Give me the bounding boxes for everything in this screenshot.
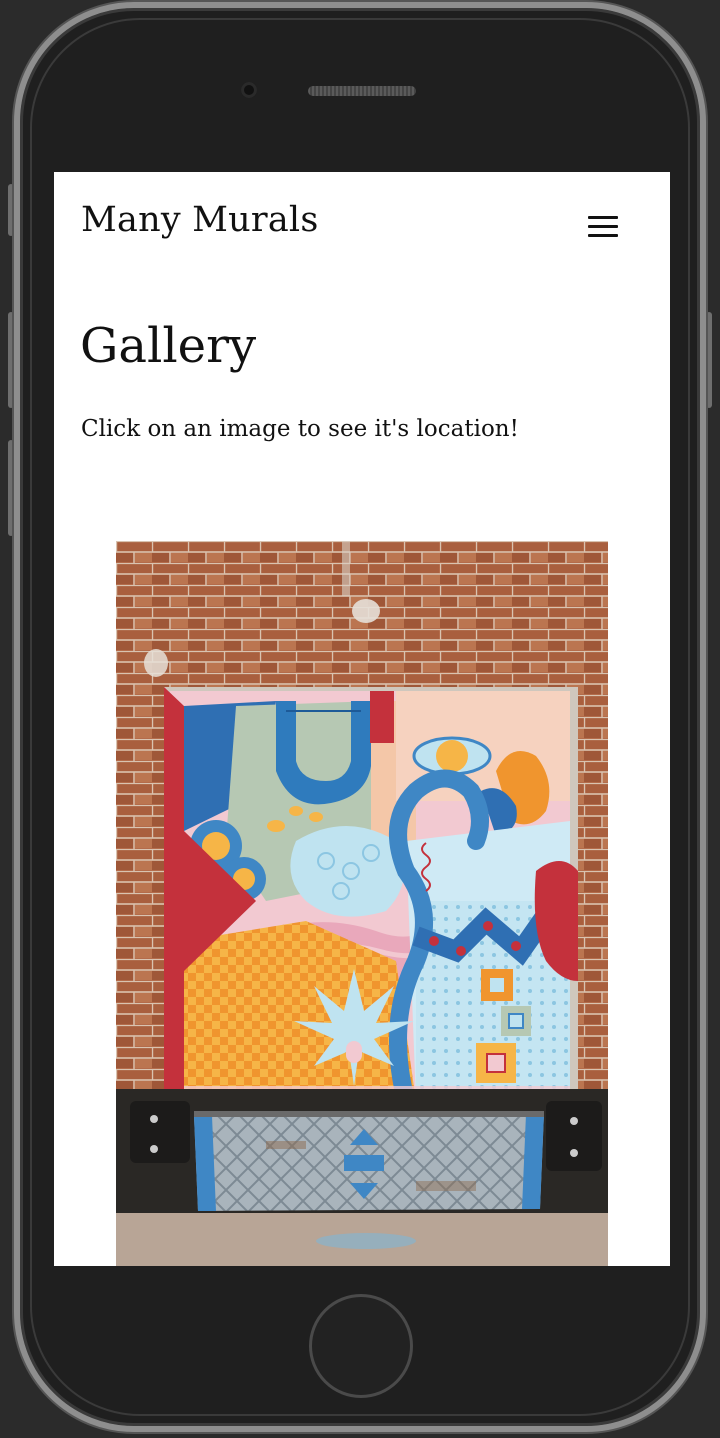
front-camera-icon xyxy=(241,82,257,98)
menu-bar xyxy=(588,216,618,219)
menu-bar xyxy=(588,225,618,228)
home-button[interactable] xyxy=(309,1294,413,1398)
page-title: Gallery xyxy=(80,318,257,374)
phone-screen: Many Murals Gallery Click on an image to… xyxy=(54,172,670,1266)
site-header: Many Murals xyxy=(54,172,670,282)
power-button xyxy=(706,312,712,408)
mural-photo xyxy=(116,541,608,1266)
hamburger-menu-icon[interactable] xyxy=(586,214,620,240)
menu-bar xyxy=(588,234,618,237)
device-stage: Many Murals Gallery Click on an image to… xyxy=(0,0,720,1438)
gallery-image-mural[interactable] xyxy=(116,541,608,1266)
earpiece-speaker-icon xyxy=(308,86,416,96)
site-title[interactable]: Many Murals xyxy=(81,200,318,240)
intro-text: Click on an image to see it's location! xyxy=(81,416,519,442)
